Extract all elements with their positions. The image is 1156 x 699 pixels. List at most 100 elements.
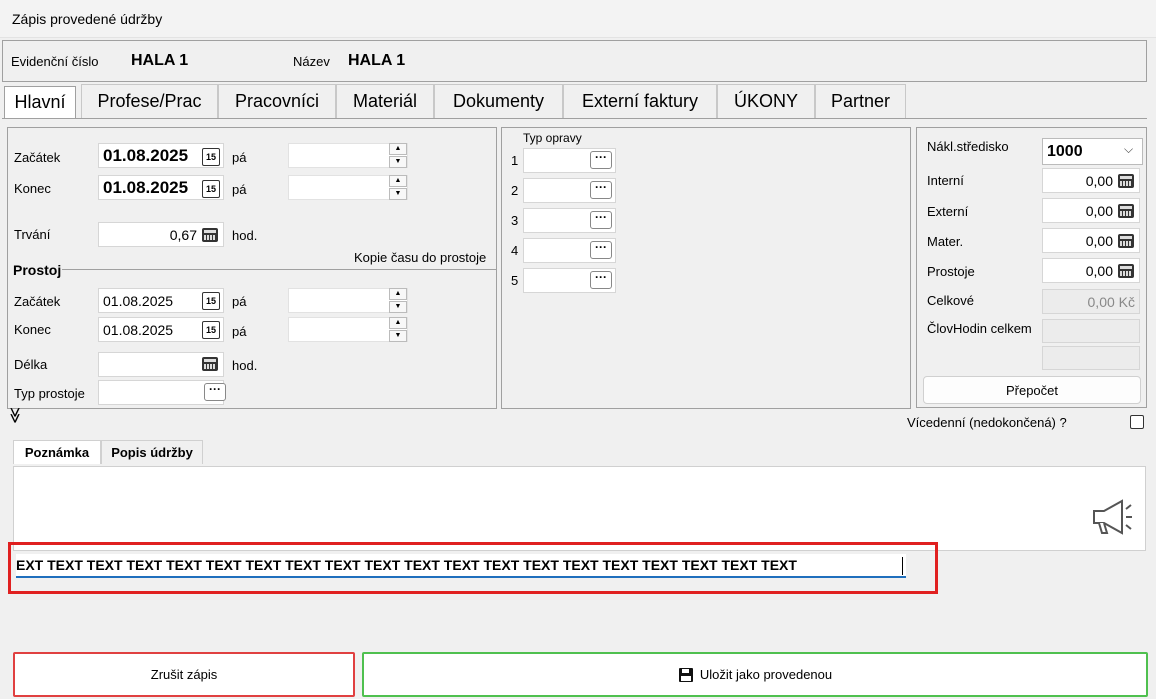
expand-icon[interactable]: ≫ bbox=[5, 407, 23, 424]
tab-profese[interactable]: Profese/Prac bbox=[81, 84, 218, 118]
tab-pracovnici[interactable]: Pracovníci bbox=[218, 84, 336, 118]
downtime-type-label: Typ prostoje bbox=[14, 386, 85, 401]
tab-ukony[interactable]: ÚKONY bbox=[717, 84, 815, 118]
tab-label: Externí faktury bbox=[581, 91, 699, 111]
tab-divider bbox=[2, 118, 1147, 119]
tab-partner[interactable]: Partner bbox=[815, 84, 906, 118]
more-icon[interactable]: ··· bbox=[590, 211, 612, 229]
downtime-start-day: pá bbox=[232, 294, 247, 309]
copy-to-downtime-link[interactable]: Kopie času do prostoje bbox=[354, 250, 486, 265]
evid-value: HALA 1 bbox=[131, 52, 189, 69]
downtime-separator bbox=[62, 269, 496, 270]
spin-down-icon[interactable]: ▼ bbox=[389, 330, 407, 342]
tab-material[interactable]: Materiál bbox=[336, 84, 434, 118]
downtime-hours-label: hod. bbox=[232, 358, 258, 373]
name-label: Název bbox=[293, 54, 330, 69]
tab-poznamka[interactable]: Poznámka bbox=[13, 440, 101, 464]
manhours-field-2 bbox=[1042, 346, 1140, 370]
repair-row-num: 5 bbox=[511, 273, 519, 288]
tab-label: Popis údržby bbox=[111, 445, 193, 460]
downtime-start-label: Začátek bbox=[14, 294, 61, 309]
title-bar: Zápis provedené údržby bbox=[0, 0, 1156, 38]
more-icon[interactable]: ··· bbox=[590, 271, 612, 289]
duration-hours-label: hod. bbox=[232, 228, 258, 243]
calculator-icon[interactable] bbox=[1118, 204, 1134, 218]
floppy-disk-icon bbox=[678, 667, 693, 682]
tab-label: Materiál bbox=[352, 91, 418, 111]
header-panel: Evidenční číslo HALA 1 Název HALA 1 bbox=[2, 40, 1147, 82]
save-done-button[interactable]: Uložit jako provedenou bbox=[362, 652, 1148, 697]
start-label: Začátek bbox=[14, 150, 61, 165]
duration-label: Trvání bbox=[14, 227, 51, 242]
window-title: Zápis provedené údržby bbox=[12, 11, 163, 27]
tab-externi-faktury[interactable]: Externí faktury bbox=[563, 84, 717, 118]
spin-up-icon[interactable]: ▲ bbox=[389, 175, 407, 187]
highlight-box bbox=[8, 542, 938, 594]
calendar-icon[interactable]: 15 bbox=[202, 180, 220, 198]
cancel-button[interactable]: Zrušit zápis bbox=[13, 652, 355, 697]
total-label: Celkové bbox=[927, 293, 974, 308]
spin-up-icon[interactable]: ▲ bbox=[389, 143, 407, 155]
downtime-length-label: Délka bbox=[14, 357, 48, 372]
manhours-label: ČlovHodin celkem bbox=[927, 321, 1032, 336]
repair-row-num: 4 bbox=[511, 243, 519, 258]
recalculate-button[interactable]: Přepočet bbox=[923, 376, 1141, 404]
calendar-icon[interactable]: 15 bbox=[202, 148, 220, 166]
tab-label: Partner bbox=[830, 91, 891, 111]
more-icon[interactable]: ··· bbox=[590, 181, 612, 199]
calculator-icon[interactable] bbox=[1118, 264, 1134, 278]
material-label: Mater. bbox=[927, 234, 964, 249]
manhours-field bbox=[1042, 319, 1140, 343]
end-label: Konec bbox=[14, 181, 51, 196]
tab-popis-udrzby[interactable]: Popis údržby bbox=[101, 440, 203, 464]
name-value: HALA 1 bbox=[348, 52, 406, 69]
repair-type-title: Typ opravy bbox=[523, 131, 582, 145]
tab-label: Poznámka bbox=[24, 445, 90, 460]
downtime-start-spinner[interactable]: ▲ ▼ bbox=[389, 288, 407, 313]
calculator-icon[interactable] bbox=[1118, 174, 1134, 188]
cancel-button-label: Zrušit zápis bbox=[150, 667, 218, 682]
more-icon[interactable]: ··· bbox=[590, 241, 612, 259]
repair-row-num: 1 bbox=[511, 153, 519, 168]
multiday-checkbox[interactable] bbox=[1130, 415, 1144, 429]
tab-label: Hlavní bbox=[14, 92, 66, 112]
tab-label: ÚKONY bbox=[733, 91, 798, 111]
total-cost-field: 0,00 Kč bbox=[1042, 289, 1140, 314]
downtime-end-day: pá bbox=[232, 324, 247, 339]
tab-dokumenty[interactable]: Dokumenty bbox=[434, 84, 563, 118]
end-day-label: pá bbox=[232, 182, 247, 197]
note-textarea[interactable] bbox=[13, 466, 1146, 551]
start-day-label: pá bbox=[232, 150, 247, 165]
downtime-cost-label: Prostoje bbox=[927, 264, 975, 279]
megaphone-icon[interactable] bbox=[1090, 497, 1134, 537]
tab-label: Pracovníci bbox=[234, 91, 320, 111]
end-time-spinner[interactable]: ▲ ▼ bbox=[389, 175, 407, 200]
calendar-icon[interactable]: 15 bbox=[202, 292, 220, 310]
more-icon[interactable]: ··· bbox=[204, 383, 226, 401]
repair-row-num: 3 bbox=[511, 213, 519, 228]
repair-row-num: 2 bbox=[511, 183, 519, 198]
multiday-label: Vícedenní (nedokončená) ? bbox=[907, 415, 1067, 430]
spin-down-icon[interactable]: ▼ bbox=[389, 301, 407, 313]
spin-down-icon[interactable]: ▼ bbox=[389, 188, 407, 200]
downtime-group-title: Prostoj bbox=[13, 262, 62, 278]
downtime-end-label: Konec bbox=[14, 322, 51, 337]
calculator-icon[interactable] bbox=[1118, 234, 1134, 248]
evid-label: Evidenční číslo bbox=[11, 54, 99, 69]
save-button-label: Uložit jako provedenou bbox=[699, 667, 833, 682]
tab-label: Dokumenty bbox=[452, 91, 545, 111]
spin-up-icon[interactable]: ▲ bbox=[389, 288, 407, 300]
downtime-end-spinner[interactable]: ▲ ▼ bbox=[389, 317, 407, 342]
calendar-icon[interactable]: 15 bbox=[202, 321, 220, 339]
spin-down-icon[interactable]: ▼ bbox=[389, 156, 407, 168]
tab-label: Profese/Prac bbox=[97, 91, 202, 111]
start-time-spinner[interactable]: ▲ ▼ bbox=[389, 143, 407, 168]
tab-hlavni[interactable]: Hlavní bbox=[4, 86, 76, 118]
chevron-down-icon[interactable]: ⌵ bbox=[1124, 142, 1133, 157]
calculator-icon[interactable] bbox=[202, 228, 218, 242]
internal-label: Interní bbox=[927, 173, 964, 188]
cost-center-label: Nákl.středisko bbox=[927, 139, 1009, 154]
more-icon[interactable]: ··· bbox=[590, 151, 612, 169]
calculator-icon[interactable] bbox=[202, 357, 218, 371]
spin-up-icon[interactable]: ▲ bbox=[389, 317, 407, 329]
